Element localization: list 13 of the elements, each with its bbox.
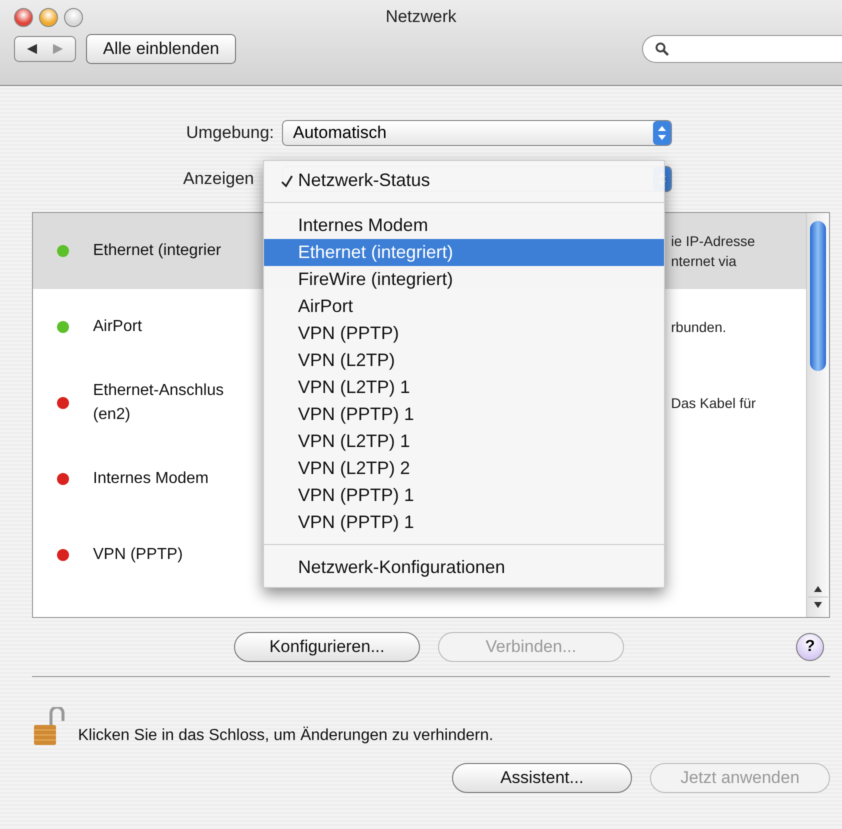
status-description: nternet via — [671, 252, 738, 271]
show-label: Anzeigen — [182, 169, 255, 189]
status-description: ie IP-Adresse — [671, 232, 756, 251]
lock-message: Klicken Sie in das Schloss, um Änderungen zu verhindern. — [78, 727, 494, 746]
service-name: VPN (PPTP) — [93, 545, 184, 565]
window-title: Netzwerk — [384, 7, 458, 27]
service-name: Ethernet-Anschlus (en2) — [93, 381, 225, 425]
status-description: Das Kabel für — [671, 394, 756, 413]
location-label: Umgebung: — [185, 123, 275, 143]
service-name: Internes Modem — [93, 469, 210, 489]
status-description: rbunden. — [671, 318, 726, 337]
service-name: Ethernet (integrier — [93, 241, 222, 261]
service-name: AirPort — [93, 317, 143, 337]
